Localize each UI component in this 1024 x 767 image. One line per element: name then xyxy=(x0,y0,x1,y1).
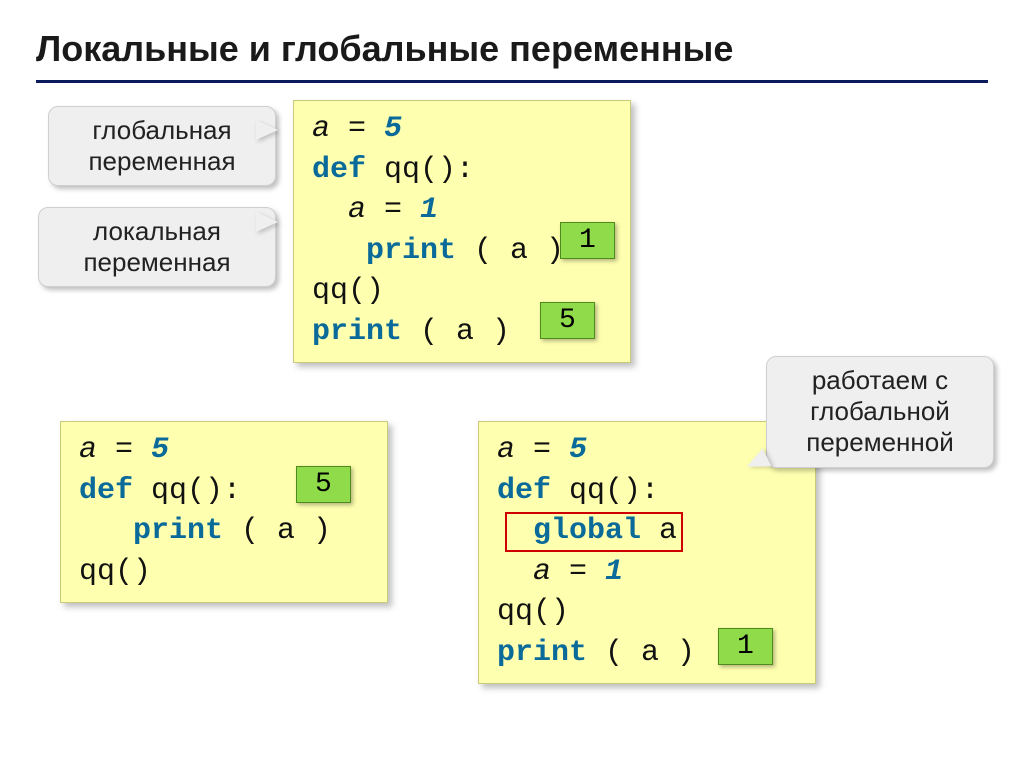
output-chip-box1-inner: 1 xyxy=(560,222,615,259)
callout-local-variable: локальная переменная xyxy=(38,207,276,287)
output-chip-box2: 5 xyxy=(296,466,351,503)
callout-work-global: работаем с глобальной переменной xyxy=(766,356,994,468)
output-chip-box1-outer: 5 xyxy=(540,302,595,339)
slide-title: Локальные и глобальные переменные xyxy=(36,28,733,70)
title-rule xyxy=(36,80,988,83)
callout-global-variable: глобальная переменная xyxy=(48,106,276,186)
code-box-2: a = 5 def qq(): print ( a ) qq() xyxy=(60,421,388,603)
output-chip-box3: 1 xyxy=(718,628,773,665)
callout-tail xyxy=(256,212,278,232)
highlight-global-a xyxy=(505,512,683,552)
slide: Локальные и глобальные переменные a = 5 … xyxy=(0,0,1024,767)
callout-tail xyxy=(256,120,278,140)
